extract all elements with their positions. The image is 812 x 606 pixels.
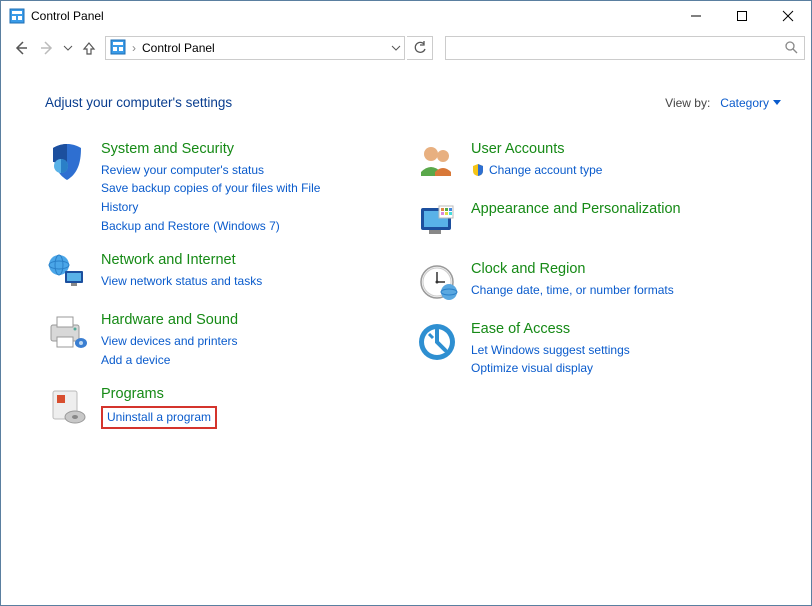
up-button[interactable]	[77, 36, 101, 60]
network-icon	[45, 251, 89, 295]
back-button[interactable]	[9, 36, 33, 60]
clock-icon	[415, 260, 459, 304]
minimize-button[interactable]	[673, 1, 719, 31]
category-link[interactable]: View network status and tasks	[101, 272, 262, 291]
content-area: Adjust your computer's settings View by:…	[1, 65, 811, 605]
view-by-dropdown[interactable]: Category	[720, 96, 781, 110]
close-button[interactable]	[765, 1, 811, 31]
category-link[interactable]: Change date, time, or number formats	[471, 281, 674, 300]
right-column: User Accounts Change account type Appear…	[415, 140, 715, 445]
category-link[interactable]: Add a device	[101, 351, 238, 370]
address-bar[interactable]: › Control Panel	[105, 36, 405, 60]
category-link[interactable]: View devices and printers	[101, 332, 238, 351]
category-link[interactable]: Backup and Restore (Windows 7)	[101, 217, 355, 236]
category-network-internet: Network and Internet View network status…	[45, 251, 355, 295]
titlebar: Control Panel	[1, 1, 811, 31]
category-title[interactable]: Network and Internet	[101, 251, 262, 270]
category-clock-region: Clock and Region Change date, time, or n…	[415, 260, 715, 304]
category-user-accounts: User Accounts Change account type	[415, 140, 715, 184]
printer-icon	[45, 311, 89, 355]
category-link[interactable]: Let Windows suggest settings	[471, 341, 630, 360]
recent-locations-dropdown[interactable]	[61, 44, 75, 52]
view-by-control: View by: Category	[665, 96, 781, 110]
category-link[interactable]: Save backup copies of your files with Fi…	[101, 179, 355, 216]
window-controls	[673, 1, 811, 31]
category-title[interactable]: System and Security	[101, 140, 355, 159]
uac-shield-icon	[471, 163, 485, 177]
view-by-label: View by:	[665, 96, 710, 110]
category-hardware-sound: Hardware and Sound View devices and prin…	[45, 311, 355, 369]
control-panel-icon	[9, 8, 25, 24]
category-title[interactable]: Ease of Access	[471, 320, 630, 339]
breadcrumb-separator: ›	[132, 41, 136, 55]
control-panel-window: Control Panel	[0, 0, 812, 606]
refresh-button[interactable]	[407, 36, 433, 60]
window-title: Control Panel	[31, 9, 104, 23]
left-column: System and Security Review your computer…	[45, 140, 355, 445]
page-heading: Adjust your computer's settings	[45, 95, 232, 110]
category-link[interactable]: Change account type	[471, 161, 602, 180]
ease-of-access-icon	[415, 320, 459, 364]
category-title[interactable]: Hardware and Sound	[101, 311, 238, 330]
user-accounts-icon	[415, 140, 459, 184]
category-link[interactable]: Optimize visual display	[471, 359, 630, 378]
view-by-value: Category	[720, 96, 769, 110]
shield-icon	[45, 140, 89, 184]
address-dropdown-icon[interactable]	[392, 41, 400, 55]
category-link[interactable]: Review your computer's status	[101, 161, 355, 180]
uninstall-program-link[interactable]: Uninstall a program	[101, 406, 217, 429]
personalization-icon	[415, 200, 459, 244]
search-box[interactable]	[445, 36, 805, 60]
address-icon	[110, 39, 126, 58]
category-link-text: Change account type	[489, 161, 602, 180]
category-title[interactable]: Programs	[101, 385, 217, 404]
search-input[interactable]	[452, 40, 784, 56]
navigation-bar: › Control Panel	[1, 31, 811, 65]
maximize-button[interactable]	[719, 1, 765, 31]
search-icon	[784, 40, 798, 57]
category-system-security: System and Security Review your computer…	[45, 140, 355, 235]
breadcrumb[interactable]: Control Panel	[142, 41, 215, 55]
category-ease-of-access: Ease of Access Let Windows suggest setti…	[415, 320, 715, 378]
category-programs: Programs Uninstall a program	[45, 385, 355, 429]
category-title[interactable]: Clock and Region	[471, 260, 674, 279]
category-title[interactable]: Appearance and Personalization	[471, 200, 681, 219]
category-appearance-personalization: Appearance and Personalization	[415, 200, 715, 244]
forward-button[interactable]	[35, 36, 59, 60]
programs-icon	[45, 385, 89, 429]
chevron-down-icon	[773, 100, 781, 106]
category-title[interactable]: User Accounts	[471, 140, 602, 159]
